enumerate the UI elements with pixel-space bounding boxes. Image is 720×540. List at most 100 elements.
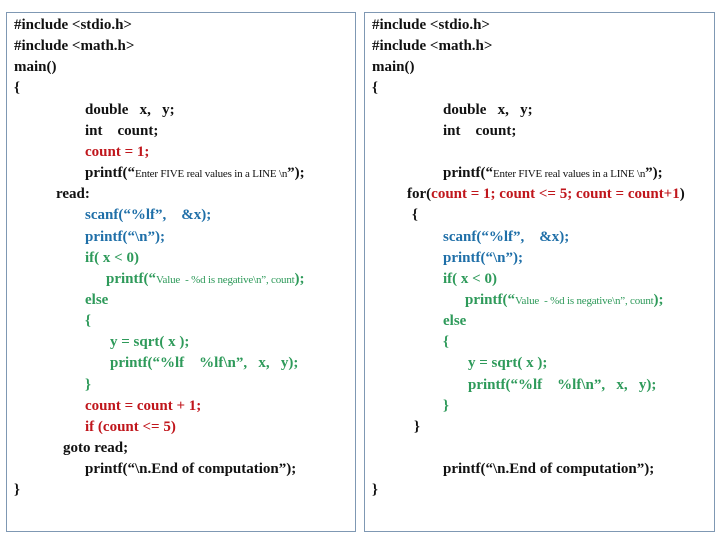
code-line: printf(“%lf %lf\n”, x, y); [110,354,298,372]
code-line: else [443,312,466,330]
code-line: for(count = 1; count <= 5; count = count… [407,185,685,203]
code-line: printf(“%lf %lf\n”, x, y); [468,376,656,394]
code-segment: printf(“\n.End of computation”); [443,461,655,478]
code-line: printf(“\n”); [443,249,523,267]
code-segment: #include <stdio.h> [14,17,132,33]
code-line: { [85,312,91,330]
code-segment: { [443,334,449,351]
code-line: scanf(“%lf”, &x); [443,228,569,246]
code-segment: else [85,291,109,308]
code-segment: int count; [443,122,517,139]
code-segment: read: [56,186,90,203]
code-segment: printf(“ [106,270,156,287]
code-segment: printf(“ [443,165,493,182]
code-line: } [14,481,20,499]
code-line: { [14,79,20,97]
code-line: count = count + 1; [85,397,201,415]
code-line: } [85,376,91,394]
code-line: scanf(“%lf”, &x); [85,206,211,224]
code-segment: scanf(“%lf”, &x); [85,207,212,224]
code-line: int count; [443,122,516,140]
code-line: if( x < 0) [443,270,497,288]
code-line: goto read; [63,439,128,457]
code-line: printf(“Enter FIVE real values in a LINE… [85,164,305,183]
code-line: double x, y; [443,101,533,119]
code-segment: ); [653,291,664,308]
code-segment: double x, y; [443,101,533,118]
code-line: main() [14,58,57,76]
code-segment: ”); [645,165,663,182]
code-segment: for( [407,186,432,203]
code-segment: printf(“%lf %lf\n”, x, y); [468,376,657,393]
code-segment: #include <math.h> [14,38,135,55]
code-segment: { [412,207,418,224]
code-segment: double x, y; [85,101,175,118]
code-segment: { [14,80,20,97]
code-segment: if( x < 0) [443,270,497,287]
code-segment: int count; [85,122,159,139]
code-segment: ”); [287,165,305,182]
code-line: #include <stdio.h> [372,16,490,34]
code-line: read: [56,185,90,203]
code-segment: Value - %d is negative\n”, count [515,294,654,307]
code-line: count = 1; [85,143,149,161]
code-line: if( x < 0) [85,249,139,267]
code-line: } [372,481,378,499]
code-line: printf(“Value - %d is negative\n”, count… [465,291,664,310]
code-segment: ) [679,186,685,203]
code-line: printf(“\n.End of computation”); [85,460,296,478]
code-segment: } [443,397,449,414]
code-segment: printf(“\n”); [85,228,165,245]
code-line: } [414,418,420,436]
code-segment: } [85,376,91,393]
code-segment: if( x < 0) [85,249,139,266]
code-line: printf(“Value - %d is negative\n”, count… [106,270,305,289]
code-line: double x, y; [85,101,175,119]
code-line: y = sqrt( x ); [110,333,189,351]
code-segment: Enter FIVE real values in a LINE \n [493,168,646,181]
code-line: int count; [85,122,158,140]
code-segment: } [414,418,420,435]
code-line: printf(“\n.End of computation”); [443,460,654,478]
code-segment: ); [294,270,305,287]
code-line: { [443,333,449,351]
code-segment: Value - %d is negative\n”, count [156,273,295,286]
code-segment: count = count + 1; [85,397,202,414]
code-segment: printf(“%lf %lf\n”, x, y); [110,355,299,372]
for-loop-version-code-box: #include <stdio.h> #include <math.h> main(… [364,12,715,532]
code-line: printf(“Enter FIVE real values in a LINE… [443,164,663,183]
code-segment: y = sqrt( x ); [468,355,548,372]
code-segment: count = 1; [85,143,150,160]
code-line: { [372,79,378,97]
goto-version-code-box: #include <stdio.h> #include <math.h> main(… [6,12,356,532]
code-segment: printf(“ [465,291,515,308]
code-line: y = sqrt( x ); [468,354,547,372]
code-segment: { [372,80,378,97]
code-segment: #include <stdio.h> [372,17,490,33]
code-line: { [412,206,418,224]
code-segment: { [85,313,91,330]
code-line: main() [372,58,415,76]
code-segment: } [14,482,20,499]
code-line: } [443,397,449,415]
code-segment: else [443,313,467,330]
code-segment: } [372,482,378,499]
code-segment: if (count <= 5) [85,418,176,435]
code-segment: Enter FIVE real values in a LINE \n [135,168,288,181]
code-segment: count = 1; count <= 5; count = count+1 [431,186,680,203]
code-segment: main() [372,59,415,76]
code-segment: printf(“\n”); [443,249,523,266]
code-segment: printf(“ [85,165,135,182]
code-line: printf(“\n”); [85,228,165,246]
code-line: #include <math.h> [372,37,492,55]
code-line: #include <stdio.h> [14,16,132,34]
code-segment: printf(“\n.End of computation”); [85,461,297,478]
code-segment: goto read; [63,440,129,456]
code-segment: main() [14,59,57,76]
code-segment: scanf(“%lf”, &x); [443,228,570,245]
code-line: #include <math.h> [14,37,134,55]
code-line: if (count <= 5) [85,418,176,436]
code-segment: y = sqrt( x ); [110,334,190,351]
code-line: else [85,291,108,309]
code-segment: #include <math.h> [372,38,493,55]
